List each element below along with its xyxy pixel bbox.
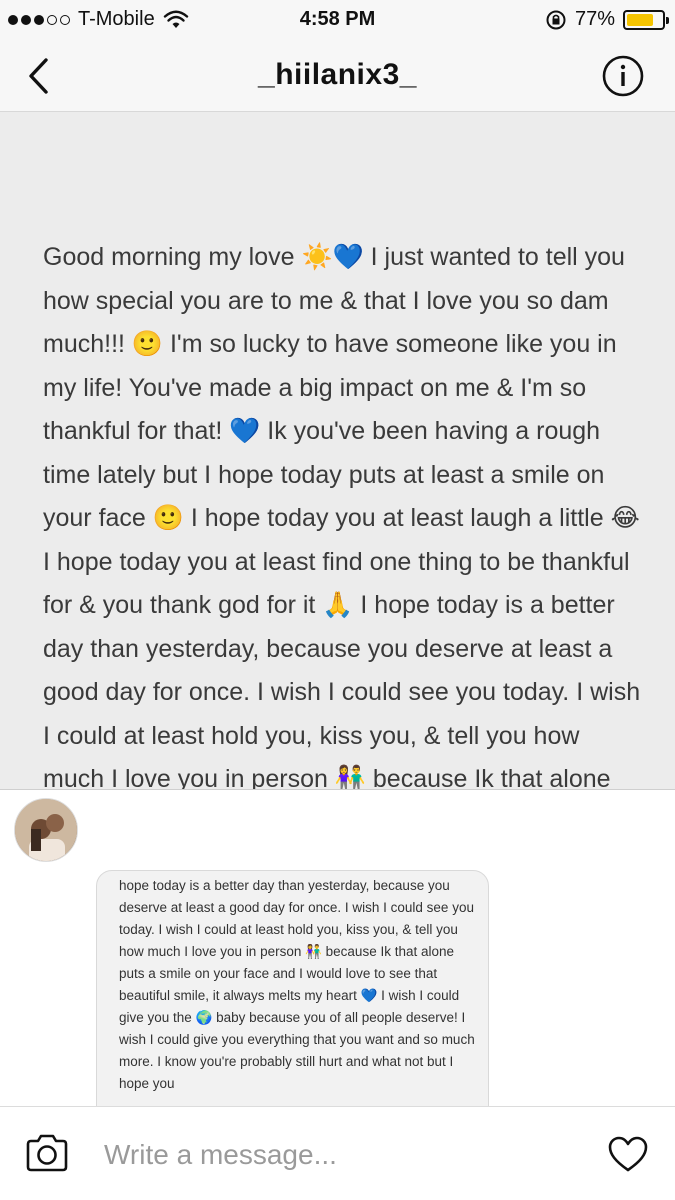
message-composer <box>0 1106 675 1200</box>
battery-percent: 77% <box>574 8 615 30</box>
message-image[interactable]: Good morning my love ☀️💙 I just wanted t… <box>0 112 675 790</box>
shared-image-thumbnail[interactable]: hope today is a better day than yesterda… <box>96 870 489 1106</box>
battery-icon <box>623 9 669 30</box>
battery-level <box>627 13 654 26</box>
message-image-text: Good morning my love ☀️💙 I just wanted t… <box>43 243 641 790</box>
camera-button[interactable] <box>24 1133 70 1173</box>
rotation-lock-icon <box>546 10 566 29</box>
conversation-title[interactable]: _hiilanix3_ <box>0 58 675 92</box>
avatar[interactable] <box>14 798 78 862</box>
thumbnail-text: hope today is a better day than yesterda… <box>119 878 475 1091</box>
info-button[interactable] <box>601 54 645 98</box>
profile-photo <box>15 799 77 861</box>
message-thread: hope today is a better day than yesterda… <box>0 790 675 1106</box>
status-bar: T-Mobile 4:58 PM 77% <box>0 0 675 40</box>
like-button[interactable] <box>607 1135 649 1175</box>
conversation-header: _hiilanix3_ <box>0 40 675 112</box>
info-icon <box>602 55 644 97</box>
message-input[interactable] <box>104 1135 584 1175</box>
battery-info: 77% <box>545 8 669 31</box>
heart-icon <box>608 1136 648 1172</box>
camera-icon <box>26 1134 68 1172</box>
